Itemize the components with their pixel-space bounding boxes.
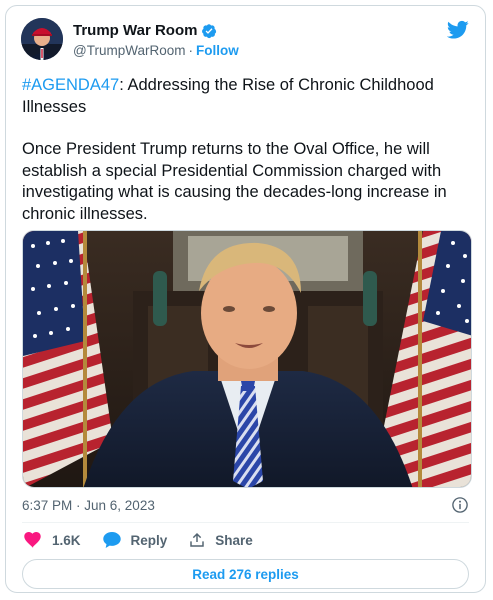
action-bar: 1.6K Reply Share <box>24 532 275 548</box>
tweet-headline: #AGENDA47: Addressing the Rise of Chroni… <box>22 75 474 118</box>
verified-badge-icon <box>202 23 217 38</box>
divider <box>22 522 469 523</box>
author-display-name[interactable]: Trump War Room <box>73 22 197 39</box>
share-upload-icon <box>190 532 205 547</box>
like-button[interactable]: 1.6K <box>24 532 81 548</box>
share-button[interactable]: Share <box>189 532 253 548</box>
tweet-timestamp[interactable]: 6:37 PM · Jun 6, 2023 <box>22 498 155 513</box>
tweet-text: #AGENDA47: Addressing the Rise of Chroni… <box>22 75 474 246</box>
author-handle[interactable]: @TrumpWarRoom <box>73 43 185 58</box>
reply-label: Reply <box>130 532 168 548</box>
follow-button[interactable]: Follow <box>196 43 239 58</box>
handle-separator: · <box>188 43 193 58</box>
chat-bubble-icon <box>102 532 121 548</box>
reply-button[interactable]: Reply <box>102 532 168 548</box>
share-label: Share <box>215 532 253 548</box>
twitter-bird-icon[interactable] <box>447 20 469 40</box>
read-replies-button[interactable]: Read 276 replies <box>22 559 469 589</box>
tweet-video[interactable] <box>22 230 472 488</box>
like-count: 1.6K <box>52 532 81 548</box>
read-replies-label: Read 276 replies <box>192 566 299 582</box>
tweet-body: Once President Trump returns to the Oval… <box>22 140 447 223</box>
info-icon[interactable] <box>451 496 469 514</box>
heart-icon <box>24 532 41 548</box>
tweet-card: Trump War Room @TrumpWarRoom · Follow #A… <box>5 5 486 593</box>
hashtag-link[interactable]: #AGENDA47 <box>22 76 119 94</box>
author-avatar[interactable] <box>21 18 63 60</box>
video-frame <box>23 231 471 487</box>
